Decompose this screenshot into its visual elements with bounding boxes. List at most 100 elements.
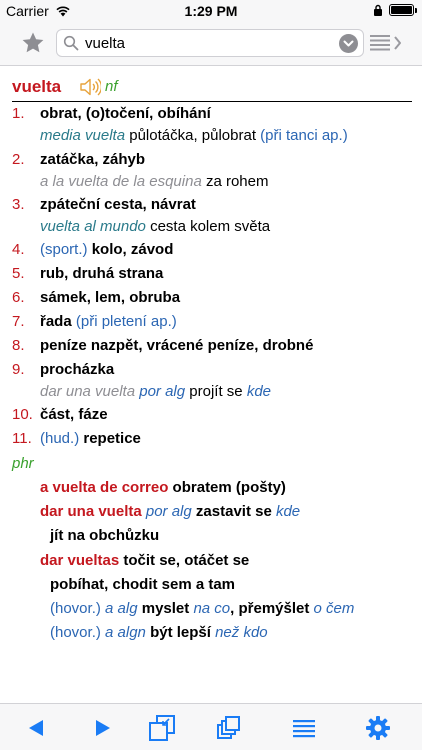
example-marker: kde [246,383,272,400]
sense-4: 4. (sport.) kolo, závod [12,239,173,261]
search-field[interactable] [56,29,364,57]
sense-translation: repetice [83,430,141,447]
register-label: (hovor.) [50,624,106,641]
stack-button[interactable] [215,714,243,742]
phrase-translation: pobíhat, chodit sem a tam [50,576,236,593]
sense-6: 6. sámek, lem, obruba [12,287,180,309]
phrase-translation: obratem (pošty) [168,479,286,496]
phrase-headword: a vuelta de correo [40,479,169,496]
open-in-window-button[interactable] [148,714,176,742]
stack-icon [217,716,240,739]
sense-9-example: dar una vuelta por alg projít se kde [40,381,271,403]
phrase-translation: točit se, otáčet se [119,552,250,569]
sense-translation: peníze nazpět, vrácené peníze, drobné [40,337,314,354]
sense-2-example: a la vuelta de la esquina za rohem [40,171,269,193]
phrase-marker: kde [275,503,301,520]
sense-5: 5. rub, druhá strana [12,263,163,285]
list-button[interactable] [290,714,318,742]
sense-translation: procházka [40,361,115,378]
domain-label: (hud.) [40,430,84,447]
back-icon [29,720,43,736]
phrase-1: a vuelta de correo obratem (pošty) [40,477,286,499]
sense-translation: zatáčka, záhyb [40,151,146,168]
phrase-2-alt: jít na obchůzku [50,525,159,547]
sense-number: 7. [12,313,25,330]
sense-number: 3. [12,196,25,213]
navigation-bar [0,22,422,66]
history-dropdown-button[interactable] [339,34,358,53]
example-link[interactable]: media vuelta [40,127,125,144]
phrase-marker: por alg [141,503,192,520]
sense-9: 9. procházka [12,359,114,381]
example-translation: za rohem [201,173,269,190]
sense-number: 10. [12,406,33,423]
phrases-label: phr [12,453,34,475]
sense-1: 1. obrat, (o)točení, obíhání [12,103,211,125]
sense-8: 8. peníze nazpět, vrácené peníze, drobné [12,335,313,357]
headword: vuelta [12,77,62,96]
phrase-translation: být lepší [145,624,216,641]
battery-fill [391,6,412,14]
phrase-headword: dar una vuelta [40,503,142,520]
list-icon [293,720,315,738]
gear-icon [366,716,390,740]
status-bar: Carrier 1:29 PM [0,0,422,22]
forward-icon [96,720,110,736]
sense-translation: část, fáze [40,406,108,423]
sense-number: 8. [12,337,25,354]
usage-note: (při pletení ap.) [71,313,177,330]
sense-translation: zpáteční cesta, návrat [40,196,196,213]
phrase-3-alt: pobíhat, chodit sem a tam [50,574,235,596]
sense-3-example: vuelta al mundo cesta kolem světa [40,216,270,238]
forward-button[interactable] [89,714,117,742]
speaker-icon[interactable] [79,76,101,98]
copy-window-icon [149,715,175,741]
example-marker: por alg [135,383,186,400]
favorites-button[interactable] [20,30,46,56]
phrase-3: dar vueltas točit se, otáčet se [40,550,249,572]
sense-number: 9. [12,361,25,378]
sense-number: 5. [12,265,25,282]
usage-note: (při tanci ap.) [260,127,348,144]
list-arrow-icon [370,35,401,51]
sense-translation: rub, druhá strana [40,265,164,282]
sense-number: 2. [12,151,25,168]
sense-11: 11. (hud.) repetice [12,428,141,450]
phrase-2: dar una vuelta por alg zastavit se kde [40,501,300,523]
results-list-button[interactable] [370,32,404,54]
example-translation: projít se [185,383,247,400]
status-right [373,4,417,16]
phrase-marker: na co [193,600,231,617]
example-link[interactable]: vuelta al mundo [40,218,146,235]
phrase-translation: , přemýšlet [230,600,314,617]
star-icon [22,32,44,53]
phrase-marker: o čem [313,600,355,617]
phrase-3-colloquial-2: (hovor.) a algn být lepší než kdo [50,622,268,644]
back-button[interactable] [22,714,50,742]
part-of-speech: nf [105,78,118,95]
sense-number: 6. [12,289,25,306]
phrase-translation: myslet [137,600,194,617]
example-translation: cesta kolem světa [145,218,271,235]
phrase-marker: a alg [105,600,138,617]
battery-tip [415,8,417,13]
sense-1-example: media vuelta půlotáčka, půlobrat (při ta… [40,125,348,147]
example-translation: půlotáčka, půlobrat [125,127,261,144]
register-label: (hovor.) [50,600,106,617]
domain-label: (sport.) [40,241,92,258]
search-icon [63,35,79,51]
bottom-toolbar [0,703,422,750]
search-input[interactable] [85,33,325,53]
sense-translation: obrat, (o)točení, obíhání [40,105,211,122]
phr-label: phr [12,455,34,472]
sense-translation: sámek, lem, obruba [40,289,181,306]
sense-10: 10. část, fáze [12,404,108,426]
sense-2: 2. zatáčka, záhyb [12,149,145,171]
example-phrase: dar una vuelta [40,383,136,400]
sense-3: 3. zpáteční cesta, návrat [12,194,196,216]
sense-translation: řada [40,313,72,330]
sense-translation: kolo, závod [91,241,174,258]
settings-button[interactable] [364,714,392,742]
battery-icon [389,4,417,16]
phrase-marker: a algn [105,624,146,641]
